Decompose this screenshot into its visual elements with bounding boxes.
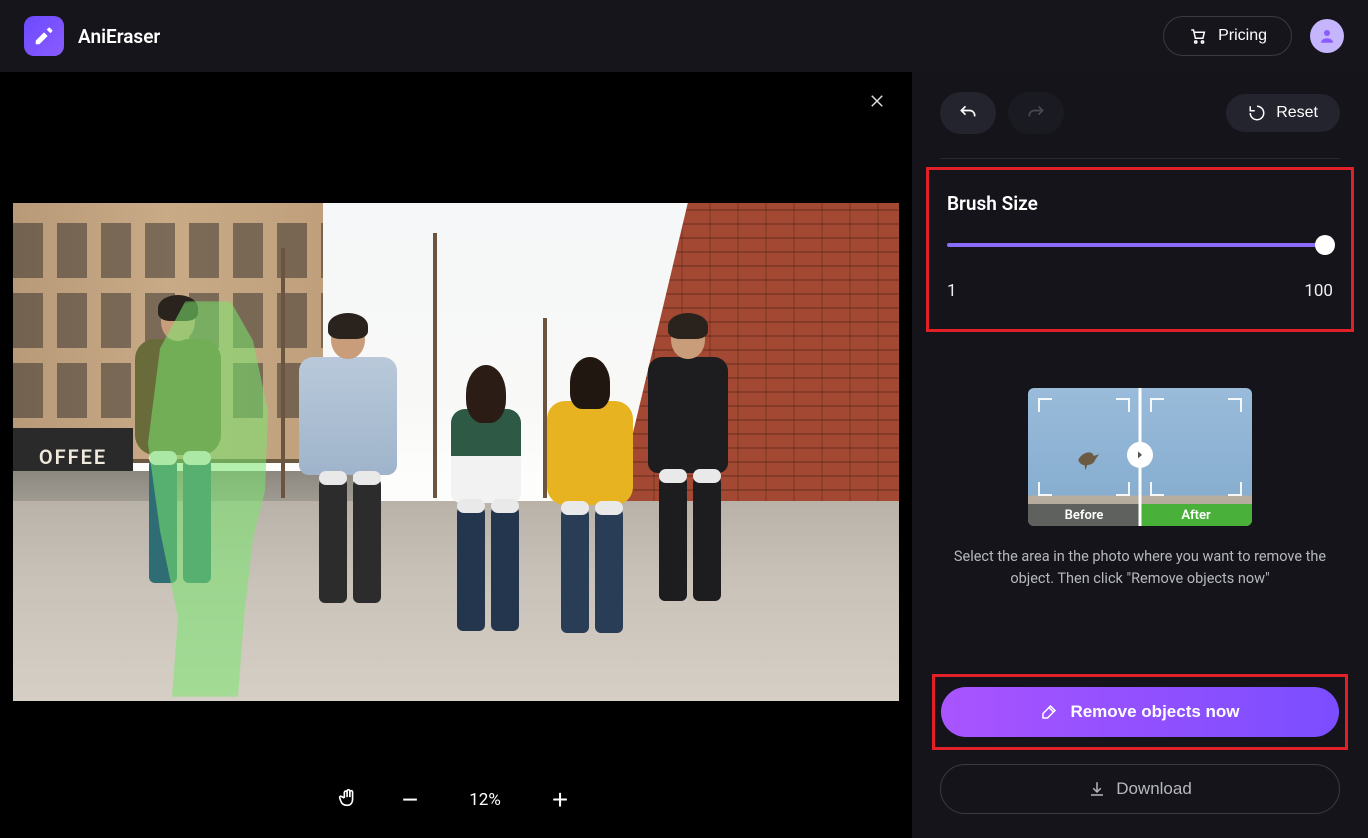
zoom-value: 12% [461, 790, 509, 810]
app-logo-icon [24, 16, 64, 56]
canvas-area: OFFEE − 12% + [0, 72, 912, 838]
before-after-preview: Before After Select the area in the phot… [940, 388, 1340, 590]
brush-min: 1 [947, 281, 957, 301]
slider-thumb[interactable] [1315, 235, 1335, 255]
person-4 [547, 363, 633, 701]
user-avatar[interactable] [1310, 19, 1344, 53]
remove-label: Remove objects now [1070, 702, 1239, 722]
person-5 [648, 319, 728, 701]
download-label: Download [1116, 779, 1192, 799]
bird-icon [1071, 438, 1107, 474]
user-icon [1318, 27, 1336, 45]
pricing-label: Pricing [1218, 27, 1267, 45]
compare-handle-icon [1127, 442, 1153, 468]
reset-icon [1248, 104, 1266, 122]
editing-canvas[interactable]: OFFEE [13, 203, 899, 701]
remove-action-highlight: Remove objects now [932, 674, 1348, 750]
download-icon [1088, 780, 1106, 798]
close-icon [868, 92, 886, 110]
divider [940, 158, 1340, 159]
before-label: Before [1028, 504, 1140, 526]
pricing-button[interactable]: Pricing [1163, 16, 1292, 56]
brush-size-panel: Brush Size 1 100 [926, 167, 1354, 332]
redo-icon [1025, 103, 1047, 123]
person-2 [299, 319, 397, 701]
cart-icon [1188, 27, 1208, 45]
brand-title: AniEraser [78, 25, 160, 48]
app-header: AniEraser Pricing [0, 0, 1368, 72]
person-3 [451, 371, 521, 701]
download-button[interactable]: Download [940, 764, 1340, 814]
redo-button[interactable] [1008, 92, 1064, 134]
zoom-in-button[interactable]: + [545, 784, 575, 816]
after-label: After [1140, 504, 1252, 526]
preview-before: Before [1028, 388, 1140, 526]
close-button[interactable] [868, 90, 886, 116]
zoom-toolbar: − 12% + [0, 762, 912, 838]
brush-size-label: Brush Size [947, 192, 1333, 215]
brand: AniEraser [24, 16, 160, 56]
help-text: Select the area in the photo where you w… [940, 546, 1340, 590]
remove-objects-button[interactable]: Remove objects now [941, 687, 1339, 737]
reset-label: Reset [1276, 104, 1318, 122]
brush-icon [1040, 703, 1058, 721]
brush-size-slider[interactable] [947, 235, 1333, 255]
brush-max: 100 [1304, 281, 1333, 301]
pan-hand-icon[interactable] [337, 786, 359, 814]
reset-button[interactable]: Reset [1226, 94, 1340, 132]
zoom-out-button[interactable]: − [395, 784, 425, 816]
settings-sidebar: Reset Brush Size 1 100 Before [912, 72, 1368, 838]
preview-after: After [1140, 388, 1252, 526]
undo-icon [957, 103, 979, 123]
undo-button[interactable] [940, 92, 996, 134]
